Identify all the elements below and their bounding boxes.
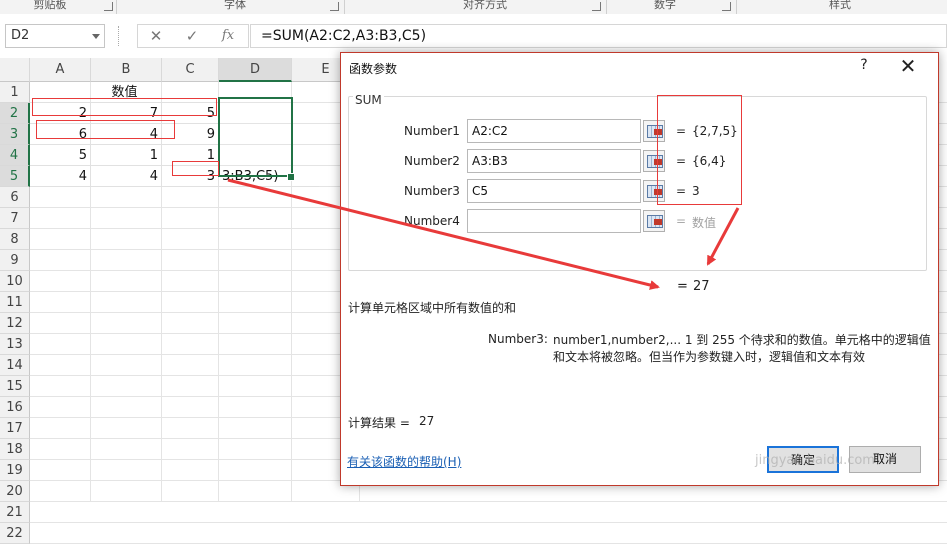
ribbon-group-font: 字体 (224, 0, 246, 11)
formula-bar-grip[interactable] (118, 26, 121, 46)
row-header-14[interactable]: 14 (0, 355, 30, 376)
ribbon-group-styles: 样式 (829, 0, 851, 11)
param-input-number4[interactable] (467, 209, 641, 233)
row-header-4[interactable]: 4 (0, 145, 30, 166)
param-description-label: Number3: (488, 332, 548, 346)
row-header-10[interactable]: 10 (0, 271, 30, 292)
enter-icon[interactable]: ✓ (178, 24, 206, 48)
annotation-box-results (657, 95, 742, 205)
clipboard-launcher-icon[interactable] (104, 2, 113, 11)
param-label-number2: Number2 (404, 154, 460, 168)
formula-result-eq: = (677, 279, 688, 294)
param-label-number4: Number4 (404, 214, 460, 228)
row-header-17[interactable]: 17 (0, 418, 30, 439)
select-all-corner[interactable] (0, 58, 30, 82)
column-header-b[interactable]: B (91, 58, 162, 82)
function-name: SUM (353, 93, 384, 107)
calc-result-value: 27 (419, 414, 435, 428)
ribbon-divider (736, 0, 737, 14)
function-help-link[interactable]: 有关该函数的帮助(H) (347, 453, 461, 470)
row-header-7[interactable]: 7 (0, 208, 30, 229)
row-header-6[interactable]: 6 (0, 187, 30, 208)
function-arguments-dialog: 函数参数 ? ✕ SUM Number1 A2:C2 = {2,7,5} Num… (340, 52, 939, 486)
row-header-3[interactable]: 3 (0, 124, 30, 145)
row-header-11[interactable]: 11 (0, 292, 30, 313)
column-header-d[interactable]: D (219, 58, 292, 82)
number-launcher-icon[interactable] (722, 2, 731, 11)
row-header-15[interactable]: 15 (0, 376, 30, 397)
param-label-number1: Number1 (404, 124, 460, 138)
name-box-value: D2 (11, 28, 30, 43)
calc-result-label: 计算结果 = (348, 416, 410, 430)
baidu-watermark-url: jingyan.baidu.com (755, 453, 875, 468)
row-header-5[interactable]: 5 (0, 166, 30, 187)
row-header-13[interactable]: 13 (0, 334, 30, 355)
row-header-1[interactable]: 1 (0, 82, 30, 103)
param-label-number3: Number3 (404, 184, 460, 198)
row-header-21[interactable]: 21 (0, 502, 30, 523)
close-icon[interactable]: ✕ (897, 55, 919, 77)
ribbon-divider (344, 0, 345, 14)
param-eq: = (676, 214, 687, 228)
formula-result-value: 27 (693, 279, 710, 294)
param-result-number4: 数值 (692, 216, 717, 230)
ribbon-group-clipboard: 剪贴板 (33, 0, 67, 11)
cell-a5[interactable]: 4 (30, 166, 91, 187)
row-header-20[interactable]: 20 (0, 481, 30, 502)
column-header-c[interactable]: C (162, 58, 219, 82)
chevron-down-icon[interactable] (92, 34, 100, 39)
formula-input[interactable]: =SUM(A2:C2,A3:B3,C5) (250, 24, 947, 48)
row-gridline (30, 501, 947, 502)
param-input-number2[interactable]: A3:B3 (467, 149, 641, 173)
column-header-a[interactable]: A (30, 58, 91, 82)
ribbon-group-labels: 剪贴板 字体 对齐方式 数字 样式 (0, 0, 947, 15)
cell-b5[interactable]: 4 (91, 166, 162, 187)
row-header-19[interactable]: 19 (0, 460, 30, 481)
ribbon-divider (606, 0, 607, 14)
collapse-dialog-icon[interactable] (643, 210, 665, 232)
selection-range (218, 97, 293, 177)
ribbon-group-number: 数字 (654, 0, 676, 11)
row-header-8[interactable]: 8 (0, 229, 30, 250)
row-header-9[interactable]: 9 (0, 250, 30, 271)
font-launcher-icon[interactable] (330, 2, 339, 11)
cell-b4[interactable]: 1 (91, 145, 162, 166)
param-input-number3[interactable]: C5 (467, 179, 641, 203)
param-description-text: number1,number2,... 1 到 255 个待求和的数值。单元格中… (553, 333, 931, 364)
param-input-number1[interactable]: A2:C2 (467, 119, 641, 143)
annotation-box-c5 (172, 161, 219, 176)
ribbon-group-alignment: 对齐方式 (463, 0, 507, 11)
function-description: 计算单元格区域中所有数值的和 (348, 301, 517, 315)
insert-function-button[interactable]: fx (214, 24, 242, 48)
annotation-box-a2-c2 (32, 98, 217, 116)
row-header-2[interactable]: 2 (0, 103, 30, 124)
help-icon[interactable]: ? (856, 57, 872, 73)
cancel-icon[interactable]: ✕ (142, 24, 170, 48)
fill-handle[interactable] (287, 173, 295, 181)
dialog-title: 函数参数 (349, 62, 398, 76)
alignment-launcher-icon[interactable] (592, 2, 601, 11)
annotation-box-a3-b3 (36, 120, 175, 139)
row-header-12[interactable]: 12 (0, 313, 30, 334)
row-gridline (30, 522, 947, 523)
row-header-22[interactable]: 22 (0, 523, 30, 544)
row-header-16[interactable]: 16 (0, 397, 30, 418)
ribbon-divider (116, 0, 117, 14)
row-header-18[interactable]: 18 (0, 439, 30, 460)
name-box[interactable]: D2 (5, 24, 105, 48)
cell-a4[interactable]: 5 (30, 145, 91, 166)
